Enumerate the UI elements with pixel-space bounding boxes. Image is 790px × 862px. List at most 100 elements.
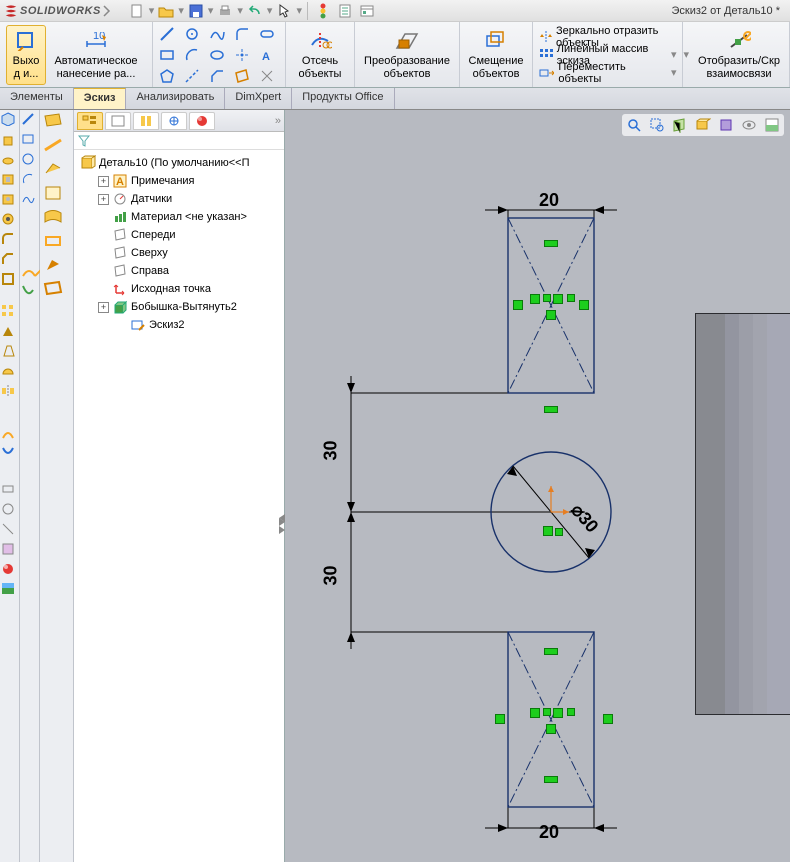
extrude-icon[interactable] xyxy=(1,132,19,150)
expand-icon[interactable]: + xyxy=(98,176,109,187)
appearance-icon[interactable] xyxy=(1,562,19,580)
print-icon[interactable] xyxy=(215,1,235,21)
chevron-right-icon[interactable] xyxy=(103,4,117,18)
select-arrow-icon[interactable] xyxy=(274,1,294,21)
text-tool-icon[interactable]: A xyxy=(257,45,277,65)
sketch-tool-1-icon[interactable] xyxy=(21,112,39,130)
open-icon[interactable] xyxy=(156,1,176,21)
relation-icon[interactable] xyxy=(495,714,505,724)
dim-text-30b[interactable]: 30 xyxy=(321,565,342,585)
view-cube-icon[interactable] xyxy=(1,112,19,130)
hole-icon[interactable] xyxy=(1,212,19,230)
relation-icon[interactable] xyxy=(543,294,551,302)
relation-icon[interactable] xyxy=(530,294,540,304)
display-relations-button[interactable]: Отобразить/Скр взаимосвязи xyxy=(695,25,783,85)
mirror-feat-icon[interactable] xyxy=(1,384,19,402)
spline-tool-icon[interactable] xyxy=(207,24,227,44)
tree-item-right[interactable]: Справа xyxy=(76,262,282,280)
polygon-tool-icon[interactable] xyxy=(157,66,177,86)
trim-small-icon[interactable] xyxy=(257,66,277,86)
sketch-tool-5-icon[interactable] xyxy=(21,192,39,210)
relation-icon[interactable] xyxy=(553,294,563,304)
rebuild-icon[interactable] xyxy=(313,1,333,21)
relation-icon[interactable] xyxy=(544,776,558,783)
fillet-tool-icon[interactable] xyxy=(232,24,252,44)
options-icon[interactable] xyxy=(357,1,377,21)
refgeom4-icon[interactable] xyxy=(1,542,19,560)
circle-tool-icon[interactable] xyxy=(182,24,202,44)
convert-entities-button[interactable]: Преобразование объектов xyxy=(361,25,453,85)
sel-face-icon[interactable] xyxy=(42,112,72,134)
property-tab-icon[interactable] xyxy=(105,112,131,130)
relation-icon[interactable] xyxy=(603,714,613,724)
smart-dimension-button[interactable]: 10 Автоматическое нанесение ра... xyxy=(46,25,146,85)
relation-icon[interactable] xyxy=(567,294,575,302)
expand-icon[interactable]: + xyxy=(98,302,109,313)
dimxpert-tab-icon[interactable] xyxy=(161,112,187,130)
tree-filter[interactable] xyxy=(74,132,284,150)
chamfer-tool-icon[interactable] xyxy=(207,66,227,86)
centerline-tool-icon[interactable] xyxy=(182,66,202,86)
tree-item-origin[interactable]: Исходная точка xyxy=(76,280,282,298)
dim-30-lower[interactable] xyxy=(347,502,525,642)
sel-surf-icon[interactable] xyxy=(42,208,72,230)
sel-loop-icon[interactable] xyxy=(42,232,72,254)
curve2-icon[interactable] xyxy=(1,446,19,464)
config-tab-icon[interactable] xyxy=(133,112,159,130)
doc-props-icon[interactable] xyxy=(335,1,355,21)
scene-icon[interactable] xyxy=(1,582,19,600)
shell-icon[interactable] xyxy=(1,272,19,290)
tree-item-front[interactable]: Спереди xyxy=(76,226,282,244)
dim-text-top[interactable]: 20 xyxy=(539,190,559,211)
sketch-tool-2-icon[interactable] xyxy=(21,132,39,150)
arc-tool-icon[interactable] xyxy=(182,45,202,65)
move-entities-button[interactable]: Переместить объекты ▾ xyxy=(539,64,676,82)
tab-evaluate[interactable]: Анализировать xyxy=(126,88,225,109)
relation-icon[interactable] xyxy=(544,240,558,247)
cut-revolve-icon[interactable] xyxy=(1,192,19,210)
dim-30-upper[interactable] xyxy=(347,376,585,649)
tree-item-annotations[interactable]: +AПримечания xyxy=(76,172,282,190)
cut-extrude-icon[interactable] xyxy=(1,172,19,190)
dim-text-30a[interactable]: 30 xyxy=(321,440,342,460)
sketch-tool-3-icon[interactable] xyxy=(21,152,39,170)
refgeom3-icon[interactable] xyxy=(1,522,19,540)
lpattern-feat-icon[interactable] xyxy=(1,304,19,322)
tree-item-extrude[interactable]: +Бобышка-Вытянуть2 xyxy=(76,298,282,316)
relation-icon[interactable] xyxy=(546,724,556,734)
relation-icon[interactable] xyxy=(555,528,563,536)
sketch-tool-4-icon[interactable] xyxy=(21,172,39,190)
curve-g-icon[interactable] xyxy=(21,284,39,302)
line-tool-icon[interactable] xyxy=(157,24,177,44)
relation-icon[interactable] xyxy=(553,708,563,718)
curve1-icon[interactable] xyxy=(1,426,19,444)
undo-icon[interactable] xyxy=(245,1,265,21)
relation-icon[interactable] xyxy=(513,300,523,310)
offset-entities-button[interactable]: Смещение объектов xyxy=(466,25,526,85)
relation-icon[interactable] xyxy=(546,310,556,320)
dome-icon[interactable] xyxy=(1,364,19,382)
exit-sketch-button[interactable]: Выхо д и... xyxy=(6,25,46,85)
sel-plane-icon[interactable] xyxy=(42,280,72,302)
new-icon[interactable] xyxy=(127,1,147,21)
tree-root[interactable]: Деталь10 (По умолчанию<<П xyxy=(76,154,282,172)
sel-vert-icon[interactable] xyxy=(42,160,72,182)
tree-item-sensors[interactable]: +Датчики xyxy=(76,190,282,208)
slot-tool-icon[interactable] xyxy=(257,24,277,44)
panel-chevrons-icon[interactable]: » xyxy=(275,115,281,127)
point-tool-icon[interactable] xyxy=(232,45,252,65)
sel-sketch-icon[interactable] xyxy=(42,256,72,278)
relation-icon[interactable] xyxy=(544,648,558,655)
dim-text-bottom[interactable]: 20 xyxy=(539,822,559,843)
sel-body-icon[interactable] xyxy=(42,184,72,206)
chamfer-feature-icon[interactable] xyxy=(1,252,19,270)
tab-sketch[interactable]: Эскиз xyxy=(74,88,127,109)
refgeom2-icon[interactable] xyxy=(1,502,19,520)
revolve-icon[interactable] xyxy=(1,152,19,170)
curve-y-icon[interactable] xyxy=(21,264,39,282)
tree-item-material[interactable]: Материал <не указан> xyxy=(76,208,282,226)
relation-icon[interactable] xyxy=(543,708,551,716)
relation-icon[interactable] xyxy=(530,708,540,718)
relation-icon[interactable] xyxy=(544,406,558,413)
tree-item-sketch2[interactable]: Эскиз2 xyxy=(76,316,282,334)
